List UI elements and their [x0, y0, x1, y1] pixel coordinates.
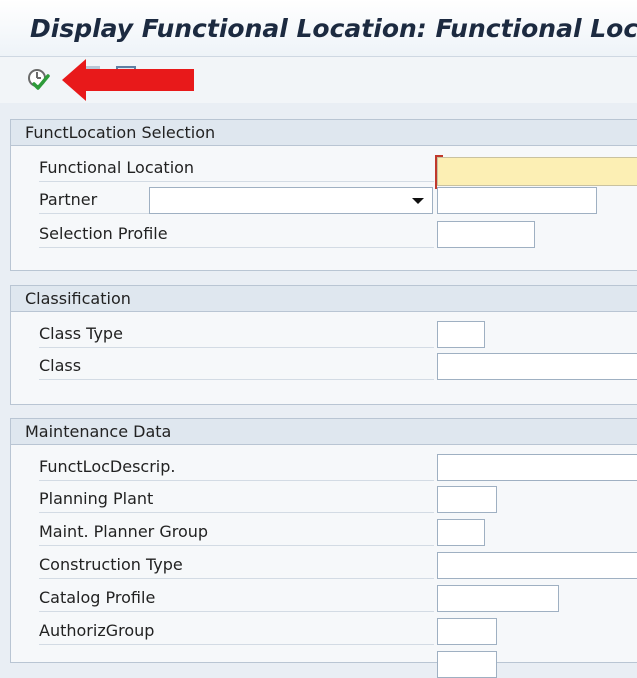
- functlocdescrip-label: FunctLocDescrip.: [39, 454, 434, 481]
- row-class-type: Class Type: [11, 321, 637, 348]
- class-type-input[interactable]: [437, 321, 485, 348]
- partner-input[interactable]: [437, 187, 597, 214]
- row-planning-plant: Planning Plant: [11, 486, 637, 513]
- planning-plant-input[interactable]: [437, 486, 497, 513]
- row-partner: Partner: [11, 187, 637, 214]
- title-bar: Display Functional Location: Functional …: [0, 0, 637, 57]
- partner-label: Partner: [39, 187, 149, 214]
- row-functlocdescrip: FunctLocDescrip.: [11, 454, 637, 481]
- selection-profile-input[interactable]: [437, 221, 535, 248]
- selection-profile-label: Selection Profile: [39, 221, 434, 248]
- row-planner-group: Maint. Planner Group: [11, 519, 637, 546]
- planner-group-label: Maint. Planner Group: [39, 519, 434, 546]
- execute-icon[interactable]: [26, 67, 50, 91]
- planning-plant-label: Planning Plant: [39, 486, 434, 513]
- class-label: Class: [39, 353, 434, 380]
- row-construction-type: Construction Type: [11, 552, 637, 579]
- row-class: Class: [11, 353, 637, 380]
- construction-type-input[interactable]: [437, 552, 637, 579]
- class-type-label: Class Type: [39, 321, 434, 348]
- row-catalog-profile: Catalog Profile: [11, 585, 637, 612]
- authorizgroup-label: AuthorizGroup: [39, 618, 434, 645]
- construction-type-label: Construction Type: [39, 552, 434, 579]
- functional-location-input[interactable]: [437, 157, 637, 186]
- functlocdescrip-input[interactable]: [437, 454, 637, 481]
- toolbar-icon[interactable]: [116, 66, 136, 82]
- toolbar-icon[interactable]: [86, 66, 100, 78]
- group-header: Maintenance Data: [11, 419, 637, 445]
- partial-input[interactable]: [437, 651, 497, 678]
- functional-location-label: Functional Location: [39, 155, 434, 182]
- row-authorizgroup: AuthorizGroup: [11, 618, 637, 645]
- application-toolbar: [0, 57, 637, 103]
- window-title: Display Functional Location: Functional …: [30, 14, 637, 43]
- row-partial: [11, 651, 637, 678]
- catalog-profile-label: Catalog Profile: [39, 585, 434, 612]
- row-selection-profile: Selection Profile: [11, 221, 637, 248]
- partner-role-select[interactable]: [149, 187, 433, 214]
- group-maintenance-data: Maintenance Data FunctLocDescrip. Planni…: [10, 418, 637, 678]
- planner-group-input[interactable]: [437, 519, 485, 546]
- group-functlocation-selection: FunctLocation Selection Functional Locat…: [10, 119, 637, 271]
- catalog-profile-input[interactable]: [437, 585, 559, 612]
- row-functional-location: Functional Location: [11, 155, 637, 189]
- authorizgroup-input[interactable]: [437, 618, 497, 645]
- group-header: Classification: [11, 286, 637, 312]
- chevron-down-icon[interactable]: [412, 198, 424, 204]
- group-header: FunctLocation Selection: [11, 120, 637, 146]
- class-input[interactable]: [437, 353, 637, 380]
- group-classification: Classification Class Type Class: [10, 285, 637, 405]
